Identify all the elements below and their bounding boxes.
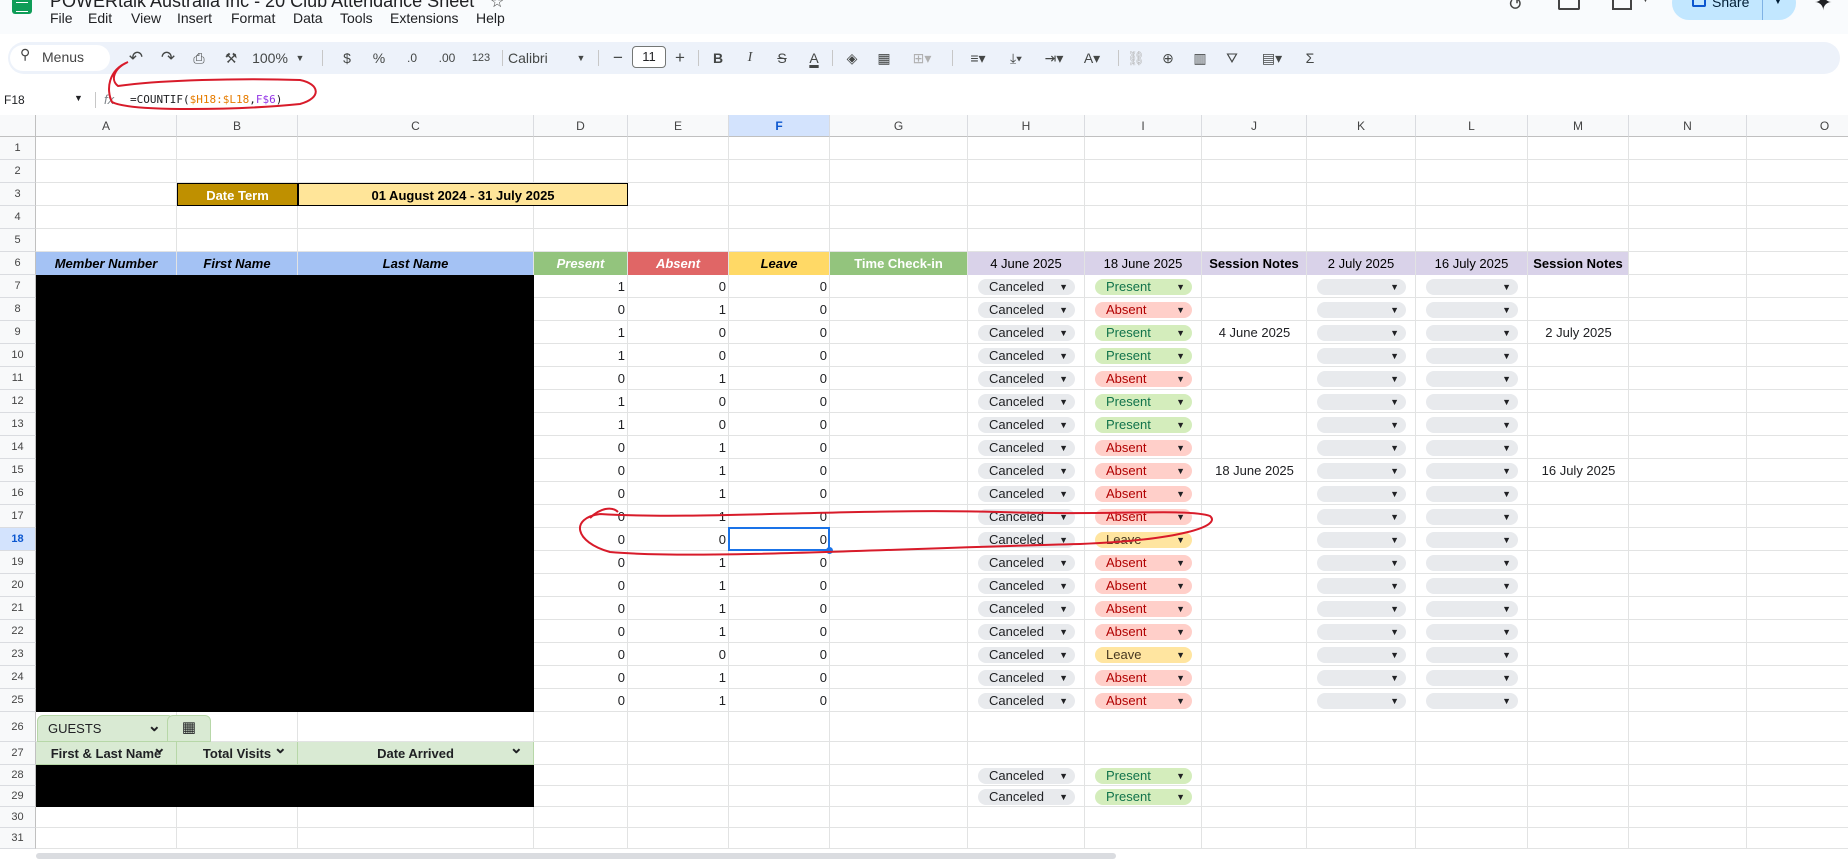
- annotation-overlay: [108, 61, 1213, 556]
- formula-annotation-circle: [108, 61, 317, 110]
- horizontal-scrollbar[interactable]: [36, 853, 1116, 859]
- row-annotation-circle: [579, 510, 1213, 556]
